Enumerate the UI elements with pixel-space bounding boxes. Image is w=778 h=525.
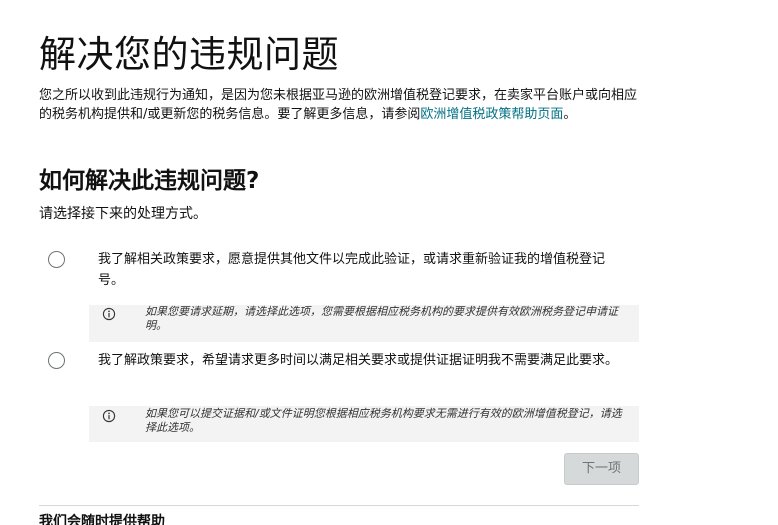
info-icon xyxy=(102,307,116,321)
option-2-note-box: 如果您可以提交证据和/或文件证明您根据相应税务机构要求无需进行有效的欧洲增值税登… xyxy=(89,406,639,442)
option-2-radio-button[interactable] xyxy=(48,352,65,369)
option-1-radio-button[interactable] xyxy=(48,251,65,268)
eu-vat-policy-help-link[interactable]: 欧洲增值税政策帮助页面 xyxy=(420,107,563,122)
intro-paragraph: 您之所以收到此违规行为通知，是因为您未根据亚马逊的欧洲增值税登记要求，在卖家平台… xyxy=(39,86,639,124)
intro-end: 。 xyxy=(563,107,577,122)
footer-divider xyxy=(39,505,639,506)
help-heading: 我们会随时提供帮助 xyxy=(39,514,165,525)
page-title: 解决您的违规问题 xyxy=(39,33,339,76)
option-2-label[interactable]: 我了解政策要求，希望请求更多时间以满足相关要求或提供证据证明我不需要满足此要求。 xyxy=(98,350,628,371)
option-1-note-box: 如果您要请求延期，请选择此选项，您需要根据相应税务机构的要求提供有效欧洲税务登记… xyxy=(89,305,639,342)
resolution-section-title: 如何解决此违规问题? xyxy=(39,168,260,194)
option-1-note-text: 如果您要请求延期，请选择此选项，您需要根据相应税务机构的要求提供有效欧洲税务登记… xyxy=(145,305,618,332)
info-icon xyxy=(102,409,116,423)
resolution-section-subtitle: 请选择接下来的处理方式。 xyxy=(39,206,207,222)
option-2-note-text: 如果您可以提交证据和/或文件证明您根据相应税务机构要求无需进行有效的欧洲增值税登… xyxy=(145,407,622,434)
option-1-label[interactable]: 我了解相关政策要求，愿意提供其他文件以完成此验证，或请求重新验证我的增值税登记号… xyxy=(98,249,628,291)
next-button[interactable]: 下一项 xyxy=(564,453,639,485)
